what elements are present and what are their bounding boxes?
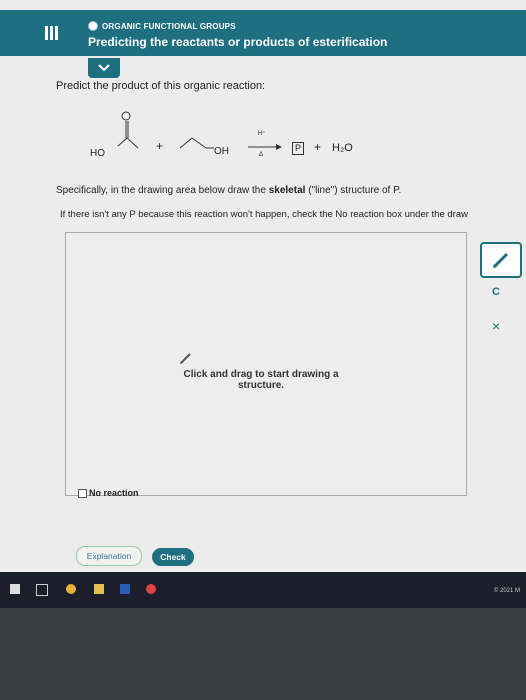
- chevron-down-icon: [98, 64, 110, 72]
- heat-label: Δ: [259, 152, 264, 158]
- topic-label: ORGANIC FUNCTIONAL GROUPS: [102, 21, 236, 31]
- drawing-hint: Click and drag to start drawing a struct…: [183, 369, 339, 391]
- copyright-text: © 2021 M: [493, 588, 520, 594]
- instruction-text: Specifically, in the drawing area below …: [56, 185, 401, 196]
- start-icon[interactable]: [10, 584, 20, 594]
- carbon-tool-button[interactable]: C: [492, 286, 500, 298]
- water-label: H₂O: [332, 142, 353, 154]
- question-prompt: Predict the product of this organic reac…: [56, 80, 266, 92]
- no-reaction-label: No reaction: [89, 488, 139, 498]
- check-button[interactable]: Check: [152, 548, 194, 566]
- word-icon[interactable]: [120, 584, 130, 594]
- menu-icon[interactable]: [42, 26, 62, 44]
- files-icon[interactable]: [94, 584, 104, 594]
- reaction-arrow-icon: [248, 144, 282, 150]
- device-bezel: [0, 608, 526, 700]
- catalyst-label: H⁺: [258, 131, 266, 137]
- reaction-scheme: HO + OH H⁺ Δ P + H₂O: [86, 102, 386, 168]
- reactant2-oh-label: OH: [214, 146, 229, 157]
- app-icon[interactable]: [146, 584, 156, 594]
- instruction-post: ("line") structure of P.: [305, 185, 402, 196]
- no-reaction-checkbox[interactable]: [78, 488, 87, 498]
- top-header: ORGANIC FUNCTIONAL GROUPS Predicting the…: [0, 10, 526, 56]
- page-title: Predicting the reactants or products of …: [88, 35, 388, 49]
- clear-tool-button[interactable]: ×: [492, 318, 500, 334]
- no-reaction-instruction: If there isn't any P because this reacti…: [60, 209, 468, 220]
- instruction-pre: Specifically, in the drawing area below …: [56, 185, 269, 196]
- app-screen: ORGANIC FUNCTIONAL GROUPS Predicting the…: [0, 0, 526, 572]
- drawing-canvas[interactable]: Click and drag to start drawing a struct…: [65, 232, 467, 496]
- chrome-icon[interactable]: [66, 584, 76, 594]
- instruction-bold: skeletal: [268, 185, 306, 196]
- reactant1-ho-label: HO: [90, 148, 105, 159]
- topic-row: ORGANIC FUNCTIONAL GROUPS: [88, 21, 236, 31]
- search-icon[interactable]: [36, 584, 48, 596]
- pencil-icon: [180, 353, 191, 364]
- pencil-icon: [492, 252, 509, 269]
- explanation-button[interactable]: Explanation: [76, 546, 142, 566]
- product-box: P: [292, 142, 304, 155]
- plus-sign: +: [156, 139, 164, 153]
- reactant1-structure: [117, 111, 139, 149]
- no-reaction-option[interactable]: No reaction: [78, 488, 139, 498]
- draw-tool-button[interactable]: [480, 242, 522, 278]
- taskbar: © 2021 M: [0, 572, 526, 608]
- plus-sign-2: +: [314, 140, 322, 154]
- expand-button[interactable]: [88, 58, 120, 78]
- topic-indicator-icon: [88, 21, 98, 31]
